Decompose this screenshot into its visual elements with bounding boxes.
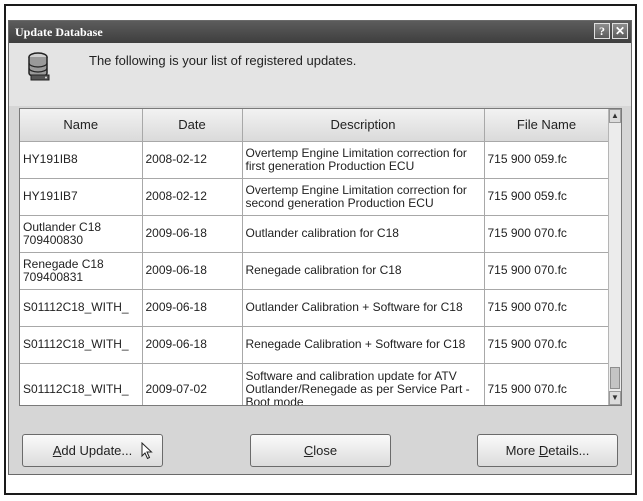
more-details-label-end: etails... <box>548 443 590 458</box>
table-row[interactable]: S01112C18_WITH_ 2009-06-18 Renegade Cali… <box>20 326 610 364</box>
cell-date: 2009-06-18 <box>142 215 243 253</box>
cell-name: HY191IB8 <box>20 141 143 179</box>
close-icon: ✕ <box>614 24 626 38</box>
cell-file-name: 715 900 070.fc <box>484 363 610 405</box>
updates-list[interactable]: Name Date Description File Name HY191IB8… <box>19 108 622 406</box>
add-update-label: dd Update... <box>61 443 133 458</box>
table-row[interactable]: HY191IB7 2008-02-12 Overtemp Engine Limi… <box>20 178 610 216</box>
cell-date: 2008-02-12 <box>142 141 243 179</box>
cell-description: Software and calibration update for ATV … <box>242 363 485 405</box>
cell-name: S01112C18_WITH_ <box>20 289 143 327</box>
column-header-name[interactable]: Name <box>20 109 143 142</box>
arrow-up-icon: ▲ <box>611 111 619 120</box>
cell-name: HY191IB7 <box>20 178 143 216</box>
cell-file-name: 715 900 070.fc <box>484 289 610 327</box>
column-header-date[interactable]: Date <box>142 109 243 142</box>
cell-date: 2009-06-18 <box>142 326 243 364</box>
scrollbar-thumb[interactable] <box>610 367 620 389</box>
add-update-button[interactable]: Add Update... <box>22 434 163 467</box>
help-icon: ? <box>599 24 605 38</box>
cell-file-name: 715 900 070.fc <box>484 252 610 290</box>
close-window-button[interactable]: ✕ <box>612 23 628 39</box>
cell-description: Renegade Calibration + Software for C18 <box>242 326 485 364</box>
cell-description: Overtemp Engine Limitation correction fo… <box>242 141 485 179</box>
arrow-down-icon: ▼ <box>611 393 619 402</box>
cell-file-name: 715 900 059.fc <box>484 178 610 216</box>
vertical-scrollbar[interactable]: ▲ ▼ <box>608 109 621 405</box>
database-icon <box>28 52 50 81</box>
table-row[interactable]: HY191IB8 2008-02-12 Overtemp Engine Limi… <box>20 141 610 179</box>
cell-description: Renegade calibration for C18 <box>242 252 485 290</box>
cell-name: Renegade C18 709400831 <box>20 252 143 290</box>
close-label: lose <box>313 443 338 458</box>
cell-date: 2009-06-18 <box>142 252 243 290</box>
column-header-description[interactable]: Description <box>242 109 485 142</box>
header-message: The following is your list of registered… <box>89 53 357 68</box>
cell-date: 2009-06-18 <box>142 289 243 327</box>
title-bar[interactable]: Update Database ? ✕ <box>9 21 631 43</box>
column-header-file-name[interactable]: File Name <box>484 109 610 142</box>
more-details-accelerator: D <box>538 443 549 458</box>
cell-description: Outlander Calibration + Software for C18 <box>242 289 485 327</box>
cell-date: 2008-02-12 <box>142 178 243 216</box>
scroll-up-button[interactable]: ▲ <box>609 109 621 123</box>
cell-description: Outlander calibration for C18 <box>242 215 485 253</box>
cell-description: Overtemp Engine Limitation correction fo… <box>242 178 485 216</box>
table-row[interactable]: S01112C18_WITH_ 2009-07-02 Software and … <box>20 363 610 405</box>
cell-file-name: 715 900 070.fc <box>484 326 610 364</box>
cell-date: 2009-07-02 <box>142 363 243 405</box>
cell-file-name: 715 900 070.fc <box>484 215 610 253</box>
more-details-label-start: More <box>505 443 539 458</box>
cell-name: S01112C18_WITH_ <box>20 363 143 405</box>
table-header-row: Name Date Description File Name <box>20 109 610 142</box>
mouse-pointer-icon <box>141 442 153 460</box>
table-row[interactable]: Renegade C18 709400831 2009-06-18 Renega… <box>20 252 610 290</box>
close-button[interactable]: Close <box>250 434 391 467</box>
dialog-header: The following is your list of registered… <box>9 43 631 106</box>
scroll-down-button[interactable]: ▼ <box>609 391 621 405</box>
window-title: Update Database <box>15 25 103 39</box>
updates-table: Name Date Description File Name HY191IB8… <box>20 109 610 405</box>
update-database-dialog: Update Database ? ✕ The following is you… <box>8 20 632 475</box>
cell-file-name: 715 900 059.fc <box>484 141 610 179</box>
close-accelerator: C <box>303 443 314 458</box>
table-row[interactable]: S01112C18_WITH_ 2009-06-18 Outlander Cal… <box>20 289 610 327</box>
more-details-button[interactable]: More Details... <box>477 434 618 467</box>
help-button[interactable]: ? <box>594 23 610 39</box>
cell-name: S01112C18_WITH_ <box>20 326 143 364</box>
table-row[interactable]: Outlander C18 709400830 2009-06-18 Outla… <box>20 215 610 253</box>
cell-name: Outlander C18 709400830 <box>20 215 143 253</box>
